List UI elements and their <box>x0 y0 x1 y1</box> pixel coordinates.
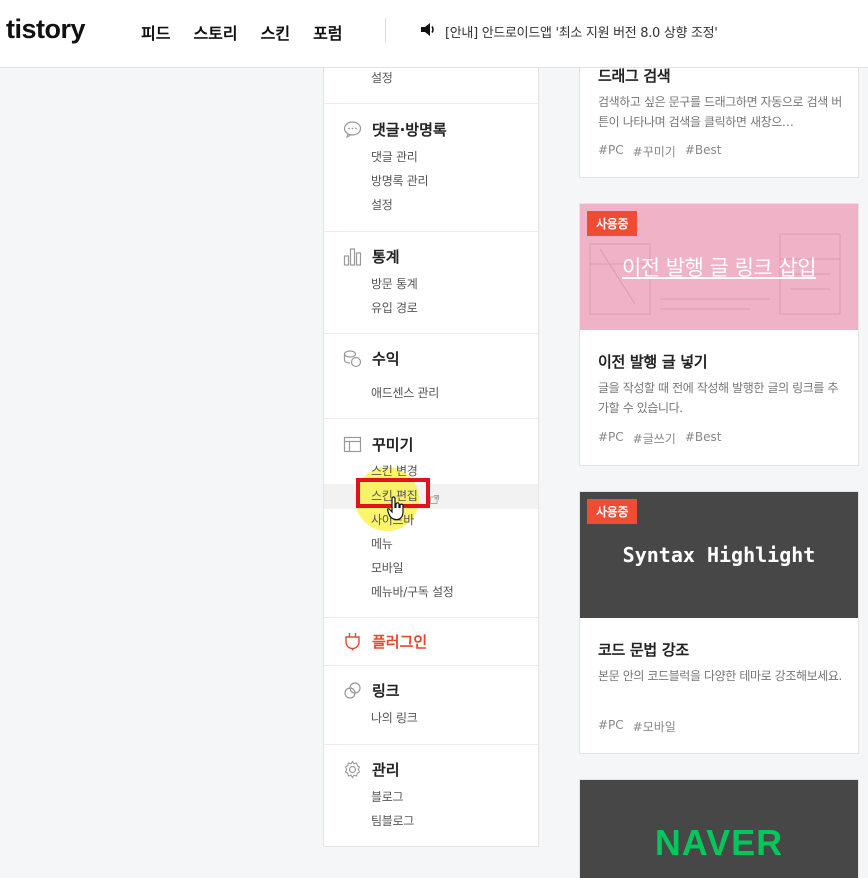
card-description: 본문 안의 코드블럭을 다양한 테마로 강조해보세요. <box>598 669 842 683</box>
card-tags: #PC #글쓰기 #Best <box>598 430 722 447</box>
menu-item-adsense[interactable]: 애드센스 관리 <box>371 384 439 401</box>
menu-item-referrer[interactable]: 유입 경로 <box>371 299 418 316</box>
thumbnail-text: 이전 발행 글 링크 삽입 <box>621 256 817 280</box>
notice-text: [안내] 안드로이드앱 '최소 지원 버전 8.0 상향 조정' <box>445 26 718 41</box>
hand-pointer-icon <box>386 496 405 526</box>
section-title-stats: 통계 <box>372 248 400 266</box>
section-title-decorate: 꾸미기 <box>372 436 414 454</box>
menu-item-visit-stats[interactable]: 방문 통계 <box>371 275 418 292</box>
nav-forum[interactable]: 포럼 <box>313 20 342 44</box>
thumbnail-text: Syntax Highlight <box>622 543 816 567</box>
section-title-plugin: 플러그인 <box>372 633 428 651</box>
tag[interactable]: #PC <box>598 143 624 160</box>
notice-banner[interactable]: [안내] 안드로이드앱 '최소 지원 버전 8.0 상향 조정' <box>420 22 718 41</box>
menu-item-guestbook-manage[interactable]: 방명록 관리 <box>371 172 429 189</box>
card-title: 드래그 검색 <box>598 67 671 85</box>
tag[interactable]: #Best <box>685 143 722 160</box>
tag[interactable]: #모바일 <box>633 718 676 735</box>
menu-item-mobile[interactable]: 모바일 <box>371 559 404 576</box>
section-title-manage: 관리 <box>372 761 400 779</box>
header-divider <box>385 18 386 43</box>
top-header: tistory 피드 스토리 스킨 포럼 [안내] 안드로이드앱 '최소 지원 … <box>0 0 868 68</box>
card-description: 검색하고 싶은 문구를 드래그하면 자동으로 검색 버튼이 나타나며 검색을 클… <box>598 95 842 129</box>
nav-skin[interactable]: 스킨 <box>261 20 290 44</box>
menu-item-team-blog[interactable]: 팀블로그 <box>371 812 414 829</box>
section-revenue[interactable]: 수익 <box>343 348 400 369</box>
gear-icon <box>343 760 362 779</box>
tag[interactable]: #PC <box>598 718 624 735</box>
card-title: 이전 발행 글 넣기 <box>598 353 708 371</box>
external-link-icon[interactable] <box>430 489 439 508</box>
plugin-card-syntax-highlight[interactable]: Syntax Highlight 사용중 코드 문법 강조 본문 안의 코드블럭… <box>579 491 859 754</box>
section-divider <box>324 418 538 419</box>
chart-icon <box>343 247 362 266</box>
menu-item-comment-settings[interactable]: 설정 <box>371 196 393 213</box>
tag[interactable]: #글쓰기 <box>633 430 676 447</box>
menu-item-blog[interactable]: 블로그 <box>371 788 404 805</box>
naver-logo-text: NAVER <box>654 822 784 863</box>
plugin-card-prev-post[interactable]: 이전 발행 글 링크 삽입 사용중 이전 발행 글 넣기 글을 작성할 때 전에… <box>579 203 859 466</box>
card-tags: #PC #꾸미기 #Best <box>598 143 722 160</box>
speaker-icon <box>420 22 437 41</box>
link-icon <box>343 681 362 700</box>
admin-sidebar: 설정 댓글·방명록 댓글 관리 방명록 관리 설정 통계 방문 통계 유입 경로… <box>323 60 539 847</box>
menu-item-skin-change[interactable]: 스킨 변경 <box>371 462 418 479</box>
card-tags: #PC #모바일 <box>598 718 676 735</box>
nav-story[interactable]: 스토리 <box>193 20 237 44</box>
menu-item-menubar-subscribe[interactable]: 메뉴바/구독 설정 <box>371 583 454 600</box>
menu-item-settings-top[interactable]: 설정 <box>371 69 393 86</box>
section-title-revenue: 수익 <box>372 350 400 368</box>
in-use-badge: 사용중 <box>587 211 638 236</box>
section-divider <box>324 744 538 745</box>
in-use-badge: 사용중 <box>587 499 638 524</box>
card-thumbnail: NAVER <box>580 780 858 878</box>
section-link[interactable]: 링크 <box>343 680 400 701</box>
tistory-logo[interactable]: tistory <box>6 14 86 45</box>
comment-icon <box>343 120 362 139</box>
tag[interactable]: #꾸미기 <box>633 143 676 160</box>
tag[interactable]: #PC <box>598 430 624 447</box>
section-stats[interactable]: 통계 <box>343 246 400 267</box>
section-divider <box>324 333 538 334</box>
section-divider <box>324 231 538 232</box>
card-thumbnail: 이전 발행 글 링크 삽입 사용중 <box>580 204 858 330</box>
menu-item-menu[interactable]: 메뉴 <box>371 535 393 552</box>
tag[interactable]: #Best <box>685 430 722 447</box>
menu-item-my-link[interactable]: 나의 링크 <box>371 709 418 726</box>
section-title-link: 링크 <box>372 682 400 700</box>
section-decorate[interactable]: 꾸미기 <box>343 434 413 455</box>
section-divider <box>324 617 538 618</box>
section-manage[interactable]: 관리 <box>343 759 400 780</box>
menu-item-comment-manage[interactable]: 댓글 관리 <box>371 148 418 165</box>
main-nav: 피드 스토리 스킨 포럼 <box>141 20 343 44</box>
section-divider <box>324 103 538 104</box>
section-title-comments: 댓글·방명록 <box>372 121 447 139</box>
section-plugin[interactable]: 플러그인 <box>343 631 427 652</box>
nav-feed[interactable]: 피드 <box>141 20 170 44</box>
card-description: 글을 작성할 때 전에 작성해 발행한 글의 링크를 추가할 수 있습니다. <box>598 381 839 415</box>
section-divider <box>324 665 538 666</box>
coin-icon <box>343 349 362 368</box>
plugin-card-naver[interactable]: NAVER <box>579 779 859 878</box>
section-comments[interactable]: 댓글·방명록 <box>343 119 447 140</box>
card-title: 코드 문법 강조 <box>598 641 689 659</box>
plug-icon <box>343 632 362 651</box>
card-thumbnail: Syntax Highlight 사용중 <box>580 492 858 618</box>
layout-icon <box>343 435 362 454</box>
